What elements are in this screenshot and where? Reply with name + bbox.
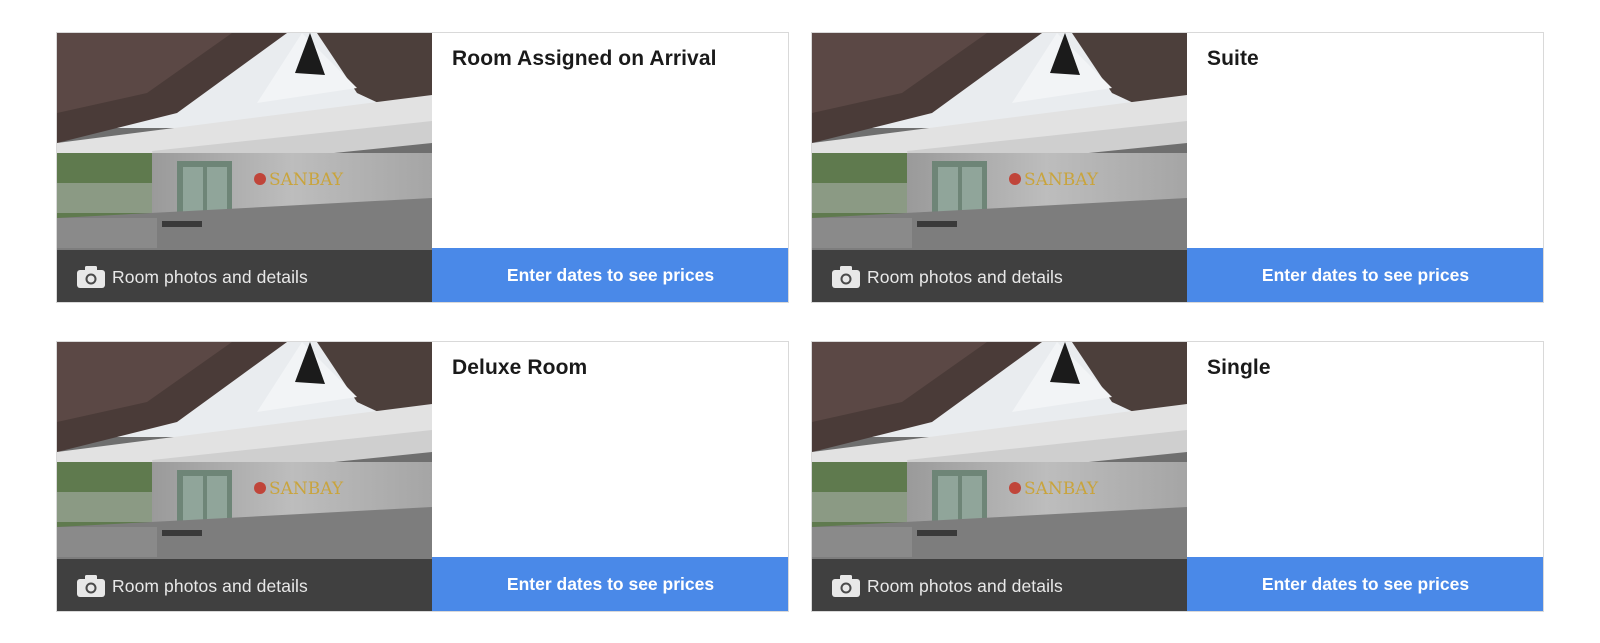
enter-dates-button[interactable]: Enter dates to see prices [432,248,788,302]
room-photos-label: Room photos and details [112,266,308,287]
room-title: Single [1207,356,1271,379]
camera-icon [77,266,105,288]
room-photo[interactable]: SANBAY Room photos and details [812,342,1187,611]
camera-icon [832,575,860,597]
room-title: Suite [1207,47,1259,70]
room-card: SANBAY Room photos and details Deluxe Ro… [56,341,789,612]
sanbay-sign-text: SANBAY [269,479,344,499]
enter-dates-button[interactable]: Enter dates to see prices [1187,248,1543,302]
camera-icon [832,266,860,288]
room-card: SANBAY Room photos and details Single En… [811,341,1544,612]
photo-details-bar[interactable]: Room photos and details [812,559,1187,611]
room-photos-label: Room photos and details [867,575,1063,596]
sanbay-sign-text: SANBAY [1024,479,1099,499]
enter-dates-button[interactable]: Enter dates to see prices [432,557,788,611]
room-photo[interactable]: SANBAY Room photos and details [57,33,432,302]
room-photo[interactable]: SANBAY Room photos and details [57,342,432,611]
sanbay-sign-text: SANBAY [1024,170,1099,190]
room-photo[interactable]: SANBAY Room photos and details [812,33,1187,302]
photo-details-bar[interactable]: Room photos and details [57,250,432,302]
enter-dates-button[interactable]: Enter dates to see prices [1187,557,1543,611]
room-list: SANBAY Room photos and details Room Assi… [56,32,1544,612]
room-card: SANBAY Room photos and details Suite Ent… [811,32,1544,303]
room-photos-label: Room photos and details [867,266,1063,287]
photo-details-bar[interactable]: Room photos and details [57,559,432,611]
sanbay-sign-text: SANBAY [269,170,344,190]
camera-icon [77,575,105,597]
room-card: SANBAY Room photos and details Room Assi… [56,32,789,303]
photo-details-bar[interactable]: Room photos and details [812,250,1187,302]
room-title: Room Assigned on Arrival [452,47,717,70]
room-photos-label: Room photos and details [112,575,308,596]
room-title: Deluxe Room [452,356,588,379]
